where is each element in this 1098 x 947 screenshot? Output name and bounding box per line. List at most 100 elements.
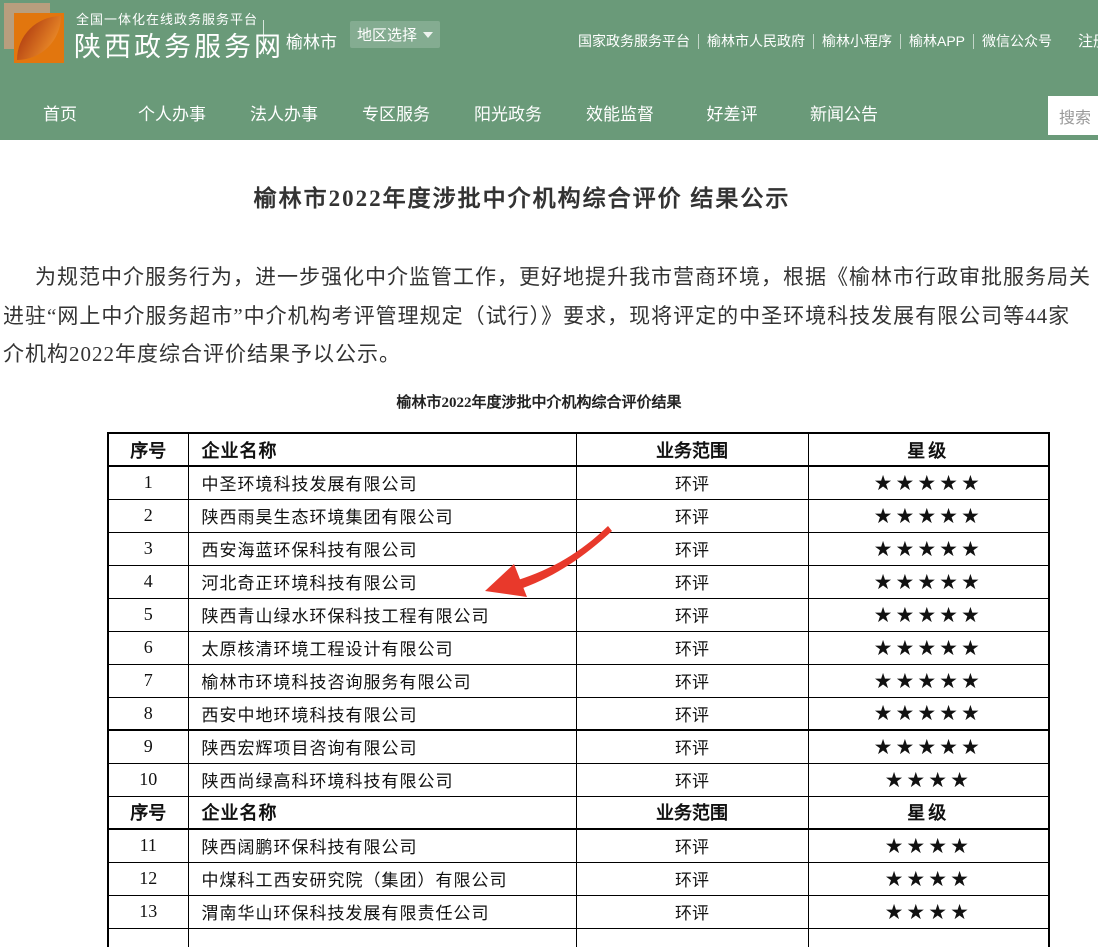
cell-no: 5 <box>108 598 188 631</box>
cell-stars: ★★★★ <box>808 829 1049 862</box>
top-link-5[interactable]: 微信公众号 <box>982 31 1052 51</box>
cell-stars: ★★★★★ <box>808 664 1049 697</box>
header-cell-c-scope: 业务范围 <box>576 796 808 829</box>
table-row-10: 10陕西尚绿高科环境科技有限公司环评★★★★ <box>108 763 1049 796</box>
cell-company-name: 陕西青山绿水环保科技工程有限公司 <box>188 598 576 631</box>
table-row-9: 9陕西宏辉项目咨询有限公司环评★★★★★ <box>108 730 1049 763</box>
cell-stars: ★★★★★ <box>808 697 1049 730</box>
eval-table: 序号企业名称业务范围星级1中圣环境科技发展有限公司环评★★★★★2陕西雨昊生态环… <box>107 432 1050 947</box>
cell-scope: 环评 <box>576 829 808 862</box>
cell-scope: 环评 <box>576 499 808 532</box>
cell-no: 4 <box>108 565 188 598</box>
cell-company-name: 榆林市环境科技咨询服务有限公司 <box>188 664 576 697</box>
table-row-partial <box>108 928 1049 947</box>
table-row-12: 12中煤科工西安研究院（集团）有限公司环评★★★★ <box>108 862 1049 895</box>
cell-no: 12 <box>108 862 188 895</box>
paragraph-line-1: 为规范中介服务行为，进一步强化中介监管工作，更好地提升我市营商环境，根据《榆林市… <box>3 258 1098 297</box>
current-city-label: 榆林市 <box>286 28 337 53</box>
top-link-2[interactable]: 榆林市人民政府 <box>707 31 805 51</box>
chevron-down-icon <box>423 32 433 38</box>
cell-scope: 环评 <box>576 664 808 697</box>
table-row-1: 1中圣环境科技发展有限公司环评★★★★★ <box>108 466 1049 499</box>
cell-stars: ★★★★ <box>808 895 1049 928</box>
header-cell-c-stars: 星级 <box>808 796 1049 829</box>
nav-item-1[interactable]: 首页 <box>4 100 116 125</box>
cell-scope: 环评 <box>576 565 808 598</box>
cell-stars: ★★★★★ <box>808 598 1049 631</box>
table-row-4: 4河北奇正环境科技有限公司环评★★★★★ <box>108 565 1049 598</box>
table-row-13: 13渭南华山环保科技发展有限责任公司环评★★★★ <box>108 895 1049 928</box>
region-selector-label: 地区选择 <box>357 24 417 45</box>
header-cell-c-scope: 业务范围 <box>576 433 808 466</box>
evaluation-table-wrapper: 序号企业名称业务范围星级1中圣环境科技发展有限公司环评★★★★★2陕西雨昊生态环… <box>107 432 1050 947</box>
search-box[interactable]: 搜索 <box>1048 96 1098 135</box>
cell-scope: 环评 <box>576 598 808 631</box>
cell-empty <box>188 928 576 947</box>
paragraph-line-2: 进驻“网上中介服务超市”中介机构考评管理规定（试行）》要求，现将评定的中圣环境科… <box>3 297 1098 336</box>
cell-company-name: 陕西阔鹏环保科技有限公司 <box>188 829 576 862</box>
cell-stars: ★★★★★ <box>808 499 1049 532</box>
header-divider <box>263 20 264 54</box>
top-link-separator <box>813 34 814 49</box>
nav-item-8[interactable]: 新闻公告 <box>788 100 900 125</box>
register-link[interactable]: 注册 <box>1078 30 1098 51</box>
cell-empty <box>108 928 188 947</box>
table-caption: 榆林市2022年度涉批中介机构综合评价结果 <box>396 391 681 412</box>
cell-company-name: 河北奇正环境科技有限公司 <box>188 565 576 598</box>
cell-company-name: 西安海蓝环保科技有限公司 <box>188 532 576 565</box>
table-row-6: 6太原核清环境工程设计有限公司环评★★★★★ <box>108 631 1049 664</box>
cell-scope: 环评 <box>576 631 808 664</box>
page-title: 榆林市2022年度涉批中介机构综合评价 结果公示 <box>254 179 791 213</box>
top-link-separator <box>900 34 901 49</box>
cell-stars: ★★★★★ <box>808 532 1049 565</box>
table-row-11: 11陕西阔鹏环保科技有限公司环评★★★★ <box>108 829 1049 862</box>
cell-company-name: 陕西尚绿高科环境科技有限公司 <box>188 763 576 796</box>
top-link-4[interactable]: 榆林APP <box>909 31 965 51</box>
table-header-row-2: 序号企业名称业务范围星级 <box>108 796 1049 829</box>
cell-no: 13 <box>108 895 188 928</box>
cell-scope: 环评 <box>576 895 808 928</box>
cell-no: 2 <box>108 499 188 532</box>
cell-empty <box>808 928 1049 947</box>
cell-scope: 环评 <box>576 697 808 730</box>
cell-company-name: 西安中地环境科技有限公司 <box>188 697 576 730</box>
header-cell-c-no: 序号 <box>108 796 188 829</box>
cell-company-name: 太原核清环境工程设计有限公司 <box>188 631 576 664</box>
nav-item-6[interactable]: 效能监督 <box>564 100 676 125</box>
top-link-separator <box>698 34 699 49</box>
cell-no: 10 <box>108 763 188 796</box>
cell-company-name: 渭南华山环保科技发展有限责任公司 <box>188 895 576 928</box>
top-links: 国家政务服务平台榆林市人民政府榆林小程序榆林APP 微信公众号 <box>578 31 1060 51</box>
nav-item-2[interactable]: 个人办事 <box>116 100 228 125</box>
cell-no: 8 <box>108 697 188 730</box>
nav-item-7[interactable]: 好差评 <box>676 100 788 125</box>
cell-stars: ★★★★★ <box>808 565 1049 598</box>
nav-item-3[interactable]: 法人办事 <box>228 100 340 125</box>
table-header-row-1: 序号企业名称业务范围星级 <box>108 433 1049 466</box>
header-cell-c-no: 序号 <box>108 433 188 466</box>
cell-scope: 环评 <box>576 532 808 565</box>
cell-no: 9 <box>108 730 188 763</box>
cell-company-name: 陕西宏辉项目咨询有限公司 <box>188 730 576 763</box>
table-row-8: 8西安中地环境科技有限公司环评★★★★★ <box>108 697 1049 730</box>
nav-item-4[interactable]: 专区服务 <box>340 100 452 125</box>
region-selector-button[interactable]: 地区选择 <box>350 21 440 48</box>
cell-stars: ★★★★★ <box>808 730 1049 763</box>
cell-no: 1 <box>108 466 188 499</box>
search-placeholder: 搜索 <box>1059 104 1091 128</box>
cell-no: 7 <box>108 664 188 697</box>
cell-scope: 环评 <box>576 763 808 796</box>
main-nav: 首页个人办事法人办事专区服务阳光政务效能监督好差评新闻公告 <box>4 85 900 140</box>
table-row-3: 3西安海蓝环保科技有限公司环评★★★★★ <box>108 532 1049 565</box>
nav-item-5[interactable]: 阳光政务 <box>452 100 564 125</box>
cell-no: 3 <box>108 532 188 565</box>
cell-company-name: 陕西雨昊生态环境集团有限公司 <box>188 499 576 532</box>
top-link-3[interactable]: 榆林小程序 <box>822 31 892 51</box>
announcement-paragraph: 为规范中介服务行为，进一步强化中介监管工作，更好地提升我市营商环境，根据《榆林市… <box>3 258 1098 374</box>
header-cell-c-stars: 星级 <box>808 433 1049 466</box>
site-name: 陕西政务服务网 <box>74 25 284 64</box>
site-header: 全国一体化在线政务服务平台 陕西政务服务网 榆林市 地区选择 国家政务服务平台榆… <box>0 0 1098 140</box>
top-link-1[interactable]: 国家政务服务平台 <box>578 31 690 51</box>
cell-empty <box>576 928 808 947</box>
cell-scope: 环评 <box>576 730 808 763</box>
